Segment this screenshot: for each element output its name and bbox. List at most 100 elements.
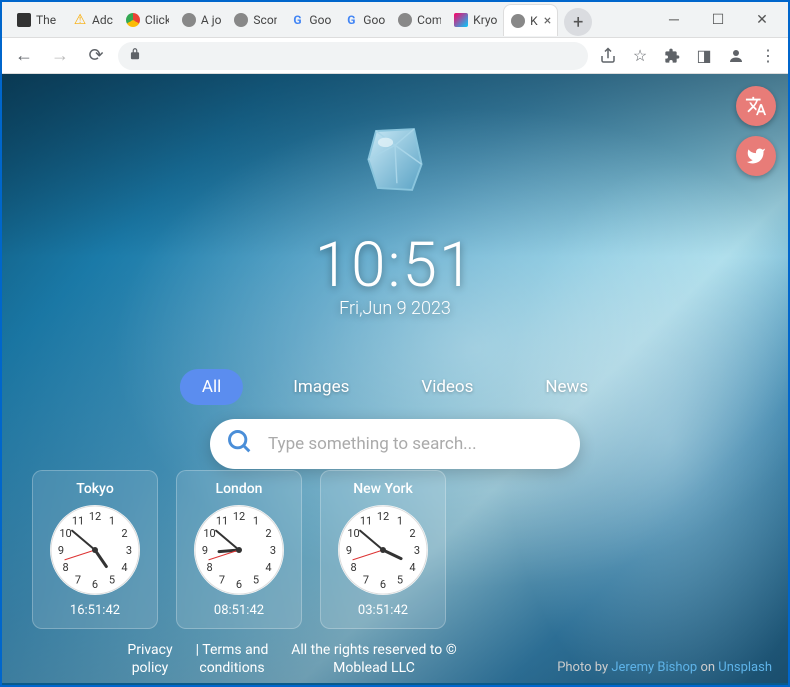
svg-text:8: 8 <box>206 561 212 574</box>
analog-clock-icon: 123456789101112 <box>194 505 284 595</box>
tab-favicon: G <box>289 12 305 28</box>
svg-text:7: 7 <box>219 573 225 586</box>
footer-links: Privacy policy | Terms and conditions Al… <box>120 641 464 677</box>
clock-card-tokyo[interactable]: Tokyo 123456789101112 16:51:42 <box>32 470 158 629</box>
browser-tab[interactable]: Com <box>391 4 447 36</box>
privacy-link[interactable]: Privacy policy <box>120 641 180 677</box>
svg-text:11: 11 <box>360 515 372 528</box>
svg-text:10: 10 <box>347 527 359 540</box>
world-clocks: Tokyo 123456789101112 16:51:42 London 12… <box>32 470 446 629</box>
svg-text:7: 7 <box>363 573 369 586</box>
browser-tab[interactable]: G Goo <box>283 4 337 36</box>
sidepanel-icon[interactable]: ◨ <box>692 44 716 68</box>
search-categories: All Images Videos News <box>180 369 610 405</box>
svg-text:2: 2 <box>409 527 415 540</box>
back-button[interactable]: ← <box>10 42 38 70</box>
svg-text:2: 2 <box>121 527 127 540</box>
clock-digital-time: 08:51:42 <box>214 603 264 618</box>
twitter-button[interactable] <box>736 136 776 176</box>
tab-strip: The I⚠AdcClickA joScorGGooGGooComKryoK×+ <box>2 2 592 36</box>
search-bar[interactable] <box>210 419 580 469</box>
browser-tab[interactable]: K× <box>503 4 558 36</box>
browser-tab[interactable]: ⚠Adc <box>66 4 119 36</box>
category-tab-news[interactable]: News <box>523 369 610 405</box>
svg-text:10: 10 <box>59 527 71 540</box>
category-tab-videos[interactable]: Videos <box>399 369 495 405</box>
svg-text:5: 5 <box>253 573 259 586</box>
svg-text:6: 6 <box>380 578 386 591</box>
tab-favicon <box>16 12 32 28</box>
forward-button[interactable]: → <box>46 42 74 70</box>
tab-favicon <box>181 12 197 28</box>
svg-text:4: 4 <box>409 561 415 574</box>
clock-digital-time: 16:51:42 <box>70 603 120 618</box>
photo-attribution: Photo by Jeremy Bishop on Unsplash <box>557 660 772 675</box>
browser-tab[interactable]: Scor <box>227 4 283 36</box>
browser-toolbar: ← → ⟳ ☆ ◨ ⋮ <box>2 38 788 74</box>
current-time: 10:51 <box>315 229 476 302</box>
window-maximize[interactable]: ☐ <box>696 5 740 35</box>
clock-card-london[interactable]: London 123456789101112 08:51:42 <box>176 470 302 629</box>
tab-label: Kryo <box>473 13 497 27</box>
window-close[interactable]: ✕ <box>740 5 784 35</box>
svg-text:1: 1 <box>109 515 115 528</box>
svg-text:9: 9 <box>346 544 352 557</box>
svg-text:12: 12 <box>233 510 245 523</box>
toolbar-actions: ☆ ◨ ⋮ <box>596 44 780 68</box>
address-bar[interactable] <box>118 42 588 70</box>
bookmark-icon[interactable]: ☆ <box>628 44 652 68</box>
floating-actions <box>736 86 776 176</box>
tab-favicon <box>125 12 141 28</box>
browser-tab[interactable]: Kryo <box>447 4 503 36</box>
copyright-text: All the rights reserved to © Moblead LLC <box>284 641 464 677</box>
browser-tab[interactable]: GGoo <box>337 4 391 36</box>
window-minimize[interactable]: ─ <box>652 5 696 35</box>
tab-favicon <box>510 13 526 29</box>
page-content: 10:51 Fri,Jun 9 2023 AllImagesVideosNews… <box>2 74 788 683</box>
clock-city-label: London <box>216 481 263 497</box>
tab-label: Click <box>145 13 169 27</box>
author-link[interactable]: Jeremy Bishop <box>611 660 697 675</box>
tab-label: Goo <box>309 13 331 27</box>
terms-link[interactable]: | Terms and conditions <box>186 641 278 677</box>
search-input[interactable] <box>268 434 564 454</box>
new-tab-button[interactable]: + <box>564 8 592 36</box>
svg-text:9: 9 <box>202 544 208 557</box>
svg-text:12: 12 <box>377 510 389 523</box>
svg-text:5: 5 <box>397 573 403 586</box>
svg-text:12: 12 <box>89 510 101 523</box>
source-link[interactable]: Unsplash <box>718 660 772 675</box>
browser-tab[interactable]: The I <box>10 4 66 36</box>
tab-favicon <box>453 12 469 28</box>
tab-label: A jo <box>201 13 222 27</box>
reload-button[interactable]: ⟳ <box>82 42 110 70</box>
svg-text:8: 8 <box>350 561 356 574</box>
svg-text:4: 4 <box>265 561 271 574</box>
svg-text:1: 1 <box>397 515 403 528</box>
share-icon[interactable] <box>596 44 620 68</box>
tab-label: Scor <box>253 13 277 27</box>
clock-city-label: New York <box>353 481 413 497</box>
close-tab-icon[interactable]: × <box>544 13 551 29</box>
category-tab-all[interactable]: All <box>180 369 243 405</box>
lock-icon <box>128 46 142 65</box>
clock-card-new-york[interactable]: New York 123456789101112 03:51:42 <box>320 470 446 629</box>
browser-tab[interactable]: Click <box>119 4 175 36</box>
svg-text:2: 2 <box>265 527 271 540</box>
browser-tab[interactable]: A jo <box>175 4 228 36</box>
svg-text:9: 9 <box>58 544 64 557</box>
tab-favicon <box>233 12 249 28</box>
extensions-icon[interactable] <box>660 44 684 68</box>
svg-text:4: 4 <box>121 561 127 574</box>
category-tab-images[interactable]: Images <box>271 369 371 405</box>
tab-label: The I <box>36 13 60 27</box>
svg-text:8: 8 <box>62 561 68 574</box>
svg-text:3: 3 <box>414 544 420 557</box>
profile-icon[interactable] <box>724 44 748 68</box>
tab-label: Goo <box>363 13 385 27</box>
svg-text:10: 10 <box>203 527 215 540</box>
svg-text:3: 3 <box>126 544 132 557</box>
menu-icon[interactable]: ⋮ <box>756 44 780 68</box>
svg-text:6: 6 <box>92 578 98 591</box>
translate-button[interactable] <box>736 86 776 126</box>
